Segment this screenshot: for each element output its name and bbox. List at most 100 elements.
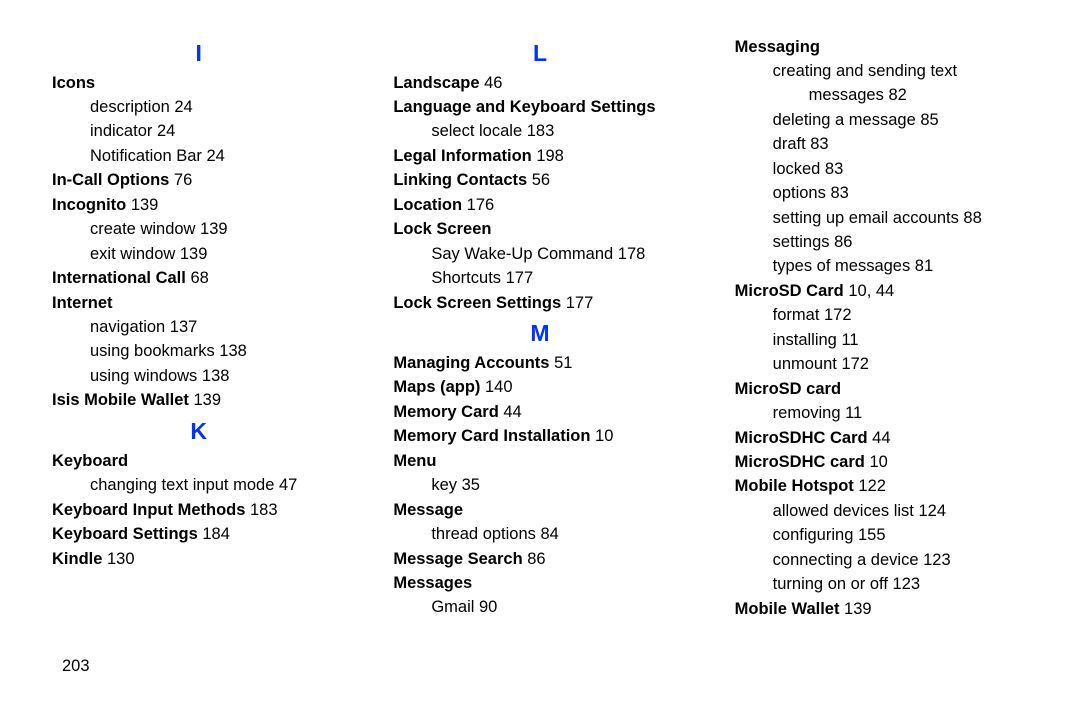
index-entry[interactable]: Keyboard: [52, 451, 345, 473]
index-subentry[interactable]: creating and sending text: [735, 61, 1028, 83]
index-entry-label: MicroSDHC card: [735, 453, 865, 471]
index-entry-label: Menu: [393, 452, 436, 470]
index-subentry[interactable]: Say Wake-Up Command 178: [393, 244, 686, 266]
index-entry-label: Message: [393, 501, 463, 519]
index-subentry[interactable]: types of messages 81: [735, 256, 1028, 278]
index-entry[interactable]: International Call 68: [52, 268, 345, 290]
index-subentry[interactable]: create window 139: [52, 219, 345, 241]
index-entry[interactable]: Internet: [52, 293, 345, 315]
index-entry-label: MicroSD card: [735, 380, 841, 398]
index-entry-label: Linking Contacts: [393, 171, 527, 189]
index-subentry[interactable]: Notification Bar 24: [52, 146, 345, 168]
index-entry[interactable]: Maps (app) 140: [393, 377, 686, 399]
index-entry[interactable]: Mobile Wallet 139: [735, 599, 1028, 621]
index-subentry[interactable]: exit window 139: [52, 244, 345, 266]
index-entry-label: Internet: [52, 294, 113, 312]
index-entry-label: Kindle: [52, 550, 102, 568]
index-subentry[interactable]: indicator 24: [52, 121, 345, 143]
section-letter: L: [393, 38, 686, 69]
index-entry[interactable]: Kindle 130: [52, 549, 345, 571]
index-entry[interactable]: Landscape 46: [393, 73, 686, 95]
index-entry-label: Messaging: [735, 38, 820, 56]
index-subentry[interactable]: key 35: [393, 475, 686, 497]
index-entry[interactable]: In-Call Options 76: [52, 170, 345, 192]
index-entry-label: Memory Card: [393, 403, 498, 421]
index-subentry[interactable]: allowed devices list 124: [735, 501, 1028, 523]
index-entry-page: 44: [868, 429, 891, 447]
index-entry-label: Language and Keyboard Settings: [393, 98, 655, 116]
index-entry-page: 10, 44: [844, 282, 894, 300]
index-entry[interactable]: Keyboard Settings 184: [52, 524, 345, 546]
index-subentry[interactable]: options 83: [735, 183, 1028, 205]
index-entry[interactable]: MicroSD card: [735, 379, 1028, 401]
index-subentry[interactable]: using windows 138: [52, 366, 345, 388]
index-subentry[interactable]: unmount 172: [735, 354, 1028, 376]
index-entry-page: 44: [499, 403, 522, 421]
index-entry[interactable]: Incognito 139: [52, 195, 345, 217]
index-entry[interactable]: Message Search 86: [393, 549, 686, 571]
index-entry[interactable]: Mobile Hotspot 122: [735, 476, 1028, 498]
index-subentry[interactable]: select locale 183: [393, 121, 686, 143]
index-entry-page: 139: [126, 196, 158, 214]
index-subentry[interactable]: configuring 155: [735, 525, 1028, 547]
page-number: 203: [62, 656, 90, 678]
index-entry[interactable]: Memory Card Installation 10: [393, 426, 686, 448]
index-subentry[interactable]: navigation 137: [52, 317, 345, 339]
index-subentry[interactable]: thread options 84: [393, 524, 686, 546]
index-entry-page: 51: [549, 354, 572, 372]
index-subentry[interactable]: locked 83: [735, 159, 1028, 181]
column-1: I Iconsdescription 24indicator 24 Notifica…: [52, 34, 345, 623]
index-entry[interactable]: Messaging: [735, 37, 1028, 59]
index-entry-label: Lock Screen Settings: [393, 294, 561, 312]
index-entry-label: Location: [393, 196, 462, 214]
index-subentry[interactable]: Shortcuts 177: [393, 268, 686, 290]
index-subentry[interactable]: format 172: [735, 305, 1028, 327]
section-letter: I: [52, 38, 345, 69]
columns-container: I Iconsdescription 24indicator 24 Notifica…: [52, 34, 1028, 623]
index-subentry[interactable]: connecting a device 123: [735, 550, 1028, 572]
index-entry[interactable]: Lock Screen Settings 177: [393, 293, 686, 315]
index-entry[interactable]: Isis Mobile Wallet 139: [52, 390, 345, 412]
index-subentry[interactable]: changing text input mode 47: [52, 475, 345, 497]
index-subentry[interactable]: setting up email accounts 88: [735, 208, 1028, 230]
index-entry-page: 177: [561, 294, 593, 312]
index-subentry[interactable]: description 24: [52, 97, 345, 119]
index-subentry[interactable]: messages 82: [735, 85, 1028, 107]
index-subentry[interactable]: using bookmarks 138: [52, 341, 345, 363]
index-entry-page: 139: [189, 391, 221, 409]
index-entry[interactable]: MicroSD Card 10, 44: [735, 281, 1028, 303]
section-letter: K: [52, 416, 345, 447]
index-entry[interactable]: Linking Contacts 56: [393, 170, 686, 192]
index-entry[interactable]: Icons: [52, 73, 345, 95]
index-subentry[interactable]: installing 11: [735, 330, 1028, 352]
section-letter: M: [393, 318, 686, 349]
index-entry-page: 56: [527, 171, 550, 189]
index-entry[interactable]: Language and Keyboard Settings: [393, 97, 686, 119]
index-entry-label: International Call: [52, 269, 186, 287]
index-entry[interactable]: Keyboard Input Methods 183: [52, 500, 345, 522]
index-entry[interactable]: Managing Accounts 51: [393, 353, 686, 375]
index-entry[interactable]: Menu: [393, 451, 686, 473]
index-subentry[interactable]: deleting a message 85: [735, 110, 1028, 132]
index-entry-page: 140: [480, 378, 512, 396]
index-subentry[interactable]: settings 86: [735, 232, 1028, 254]
index-entry[interactable]: Message: [393, 500, 686, 522]
column-2: L Landscape 46 Language and Keyboard Setti…: [393, 34, 686, 623]
index-entry[interactable]: Legal Information 198: [393, 146, 686, 168]
index-entry[interactable]: Lock Screen: [393, 219, 686, 241]
index-entry[interactable]: Location 176: [393, 195, 686, 217]
index-entry-page: 10: [865, 453, 888, 471]
index-entry[interactable]: Memory Card 44: [393, 402, 686, 424]
index-entry[interactable]: MicroSDHC Card 44: [735, 428, 1028, 450]
index-subentry[interactable]: removing 11: [735, 403, 1028, 425]
index-entry[interactable]: MicroSDHC card 10: [735, 452, 1028, 474]
index-entry-page: 183: [245, 501, 277, 519]
index-entry-page: 68: [186, 269, 209, 287]
index-subentry[interactable]: Gmail 90: [393, 597, 686, 619]
index-subentry[interactable]: turning on or off 123: [735, 574, 1028, 596]
index-entry-label: Incognito: [52, 196, 126, 214]
index-entry-label: Message Search: [393, 550, 522, 568]
index-entry[interactable]: Messages: [393, 573, 686, 595]
index-entry-page: 130: [102, 550, 134, 568]
index-subentry[interactable]: draft 83: [735, 134, 1028, 156]
